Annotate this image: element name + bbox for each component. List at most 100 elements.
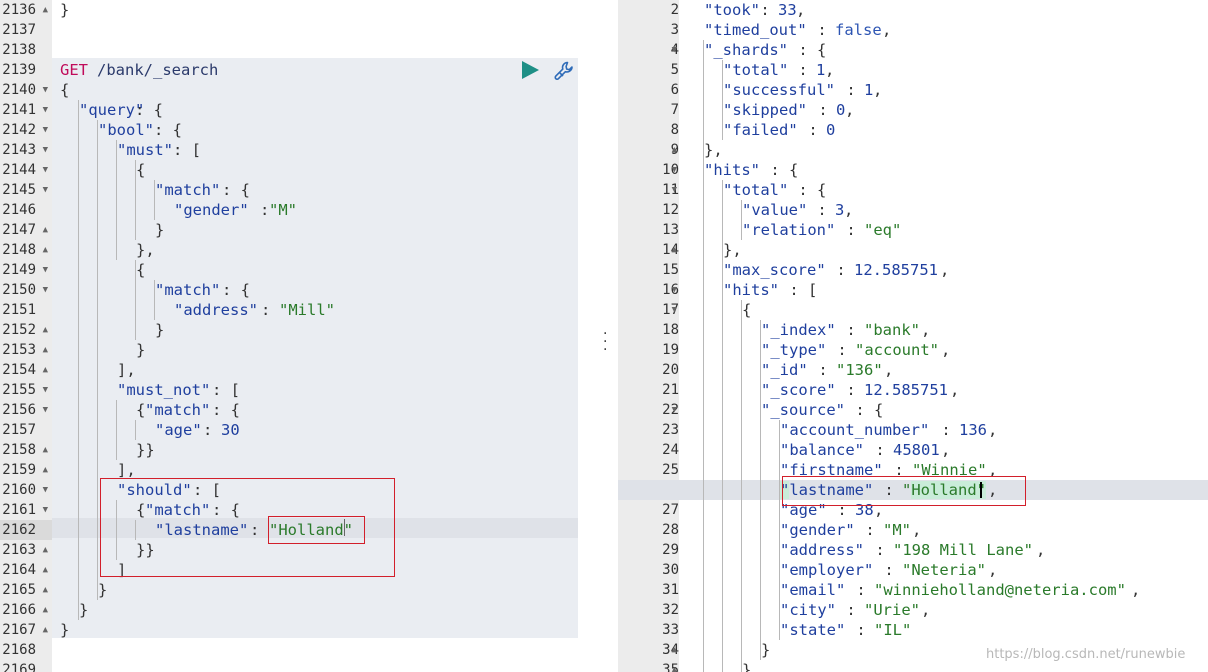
fold-collapse-icon[interactable]: ▼ [672,280,677,300]
fold-collapse-icon[interactable]: ▼ [43,180,48,200]
fold-expand-icon[interactable]: ▲ [43,540,48,560]
json-string-value: "IL" [874,621,912,639]
punctuation: , [941,441,951,459]
fold-collapse-icon[interactable]: ▼ [43,260,48,280]
punctuation: : { [222,281,250,299]
wrench-icon[interactable] [553,60,575,82]
line-number-label: 2161 [2,502,36,518]
fold-expand-icon[interactable]: ▲ [43,0,48,20]
punctuation: : [ [173,141,201,159]
json-string-value: "bank" [864,321,920,339]
json-string-value: "M" [883,521,911,539]
json-string-value: "account" [855,341,939,359]
punctuation: : [875,561,903,579]
fold-collapse-icon[interactable]: ▼ [43,380,48,400]
brace: { [136,401,146,419]
fold-collapse-icon[interactable]: ▼ [672,160,677,180]
fold-expand-icon[interactable]: ▲ [43,600,48,620]
code-line-2154: ], [52,360,596,380]
punctuation: : [ [212,381,240,399]
json-string-value: "136" [836,361,883,379]
line-number-label: 2 [670,2,679,18]
line-number-label: 2146 [2,202,36,218]
json-key: "match" [145,401,211,419]
fold-collapse-icon[interactable]: ▼ [43,280,48,300]
request-editor[interactable]: 2136 ▲ 2137 2138 2139 2140 ▼ 2141 ▼ 2142 ▼ 2143 ▼ 214… [0,0,596,672]
fold-collapse-icon[interactable]: ▼ [43,400,48,420]
fold-expand-icon[interactable]: ▲ [43,580,48,600]
line-number-label: 2153 [2,342,36,358]
fold-collapse-icon[interactable]: ▼ [43,120,48,140]
fold-expand-icon[interactable]: ▲ [43,440,48,460]
response-viewer[interactable]: 2 3 4 ▼ 5 6 7 8 9 ▲ 10 ▼ 11 ▼ 12 13 14 ▲ 15 16 ▼ 17 ▼ 18 19 20 21 2… [618,0,1208,672]
line-number: 2157 [0,420,52,440]
fold-collapse-icon[interactable]: ▼ [43,500,48,520]
brace: }, [136,241,155,259]
line-number: 2156 ▼ [0,400,52,420]
json-string-value: "198 Mill Lane" [893,541,1033,559]
line-number: 2154 ▲ [0,360,52,380]
json-key: "employer" [780,561,874,579]
punctuation: : [837,381,865,399]
code-line-13: "relation" : "eq" [679,220,1208,240]
bracket: ], [117,361,136,379]
fold-expand-icon[interactable]: ▲ [43,340,48,360]
indent-guide [741,300,742,672]
fold-collapse-icon[interactable]: ▼ [43,100,48,120]
fold-expand-icon[interactable]: ▲ [43,320,48,340]
run-request-button[interactable] [522,61,539,79]
punctuation: : [837,221,865,239]
fold-expand-icon[interactable]: ▲ [43,560,48,580]
json-number-value: 12.585751 [854,261,938,279]
kebab-vertical-icon[interactable]: · · · [603,327,607,357]
fold-expand-icon[interactable]: ▲ [672,640,677,660]
punctuation: , [1131,581,1141,599]
fold-collapse-icon[interactable]: ▼ [43,140,48,160]
line-number-label: 2148 [2,242,36,258]
line-number-label: 2142 [2,122,36,138]
code-line-33: "state" : "IL" [679,620,1208,640]
line-number-label: 2164 [2,562,36,578]
code-line-2165: } [52,580,596,600]
code-line-2141: "query" : { [52,100,596,120]
fold-collapse-icon[interactable]: ▼ [672,40,677,60]
indent-guide [135,160,136,240]
brace: { [136,161,146,179]
code-line-14: }, [679,240,1208,260]
fold-collapse-icon[interactable]: ▼ [43,160,48,180]
punctuation: : [837,601,865,619]
indent-guide [760,320,761,660]
code-line-2166: } [52,600,596,620]
line-number: 2162 [0,520,52,540]
fold-expand-icon[interactable]: ▲ [43,620,48,640]
code-line-17: { [679,300,1208,320]
line-number-label: 2149 [2,262,36,278]
fold-expand-icon[interactable]: ▲ [43,240,48,260]
fold-collapse-icon[interactable]: ▼ [672,300,677,320]
line-number-label: 32 [662,602,679,618]
indent-guide [135,260,136,340]
code-line-2140: { [52,80,596,100]
fold-expand-icon[interactable]: ▲ [43,360,48,380]
fold-collapse-icon[interactable]: ▼ [43,80,48,100]
fold-expand-icon[interactable]: ▲ [672,140,677,160]
line-number: 27 [618,500,679,520]
json-number-value: 33 [778,1,797,19]
line-number: 2152 ▲ [0,320,52,340]
json-key: "balance" [780,441,864,459]
json-boolean-value: false [835,21,882,39]
fold-expand-icon[interactable]: ▲ [672,240,677,260]
indent-guide [78,100,79,620]
fold-collapse-icon[interactable]: ▼ [672,180,677,200]
fold-expand-icon[interactable]: ▲ [672,660,677,672]
line-number: 24 [618,440,679,460]
punctuation: , [882,21,892,39]
fold-expand-icon[interactable]: ▲ [43,220,48,240]
fold-collapse-icon[interactable]: ▼ [672,400,677,420]
fold-expand-icon[interactable]: ▲ [43,460,48,480]
json-key: "hits" [704,161,760,179]
fold-collapse-icon[interactable]: ▼ [43,480,48,500]
punctuation: { [742,301,752,319]
punctuation: , [921,601,931,619]
